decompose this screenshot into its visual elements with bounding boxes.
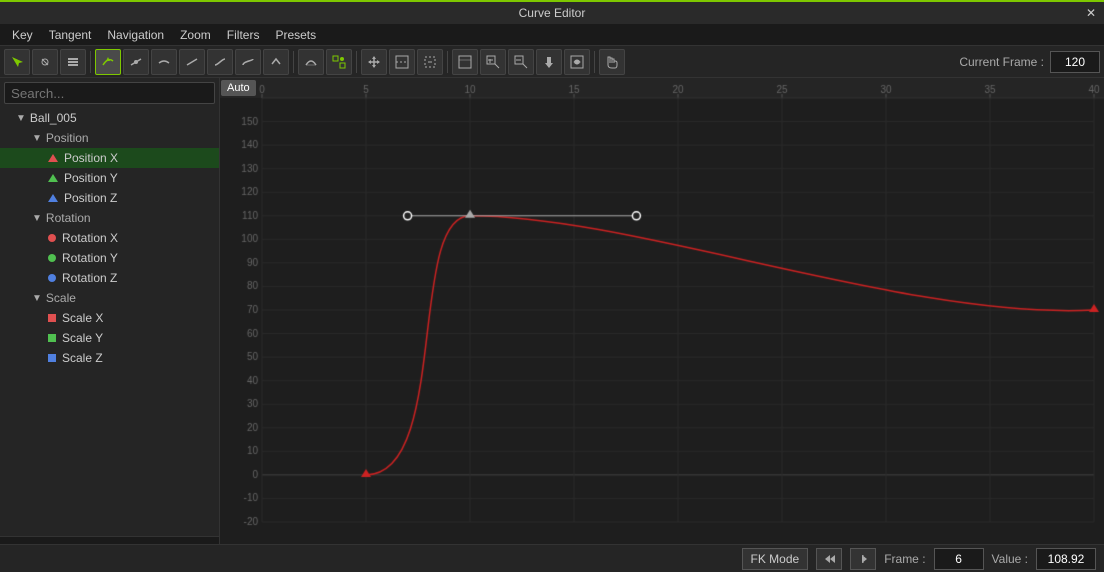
rotation-y-label: Rotation Y xyxy=(62,251,118,265)
tool-zoom-out[interactable] xyxy=(508,49,534,75)
status-bar: FK Mode Frame : Value : xyxy=(0,544,1104,572)
rotation-z-label: Rotation Z xyxy=(62,271,117,285)
rotation-x-dot xyxy=(48,234,56,242)
scale-z-label: Scale Z xyxy=(62,351,103,365)
expand-arrow: ▼ xyxy=(16,113,26,124)
rotation-z-dot xyxy=(48,274,56,282)
position-label: Position xyxy=(46,131,89,145)
tree-item-position-y[interactable]: Position Y xyxy=(0,168,219,188)
rotation-x-label: Rotation X xyxy=(62,231,118,245)
current-frame-label: Current Frame : xyxy=(959,55,1044,69)
frame-input[interactable] xyxy=(934,548,984,570)
tree-item-position-z[interactable]: Position Z xyxy=(0,188,219,208)
rotation-y-dot xyxy=(48,254,56,262)
tool-select[interactable] xyxy=(4,49,30,75)
scale-label: Scale xyxy=(46,291,76,305)
tool-auto-tangent[interactable]: Auto xyxy=(95,49,121,75)
separator-1 xyxy=(90,51,91,73)
tool-zoom-in[interactable] xyxy=(480,49,506,75)
tree-item-position-x[interactable]: Position X xyxy=(0,148,219,168)
position-x-label: Position X xyxy=(64,151,118,165)
tool-curve-8[interactable] xyxy=(298,49,324,75)
tool-layers[interactable] xyxy=(60,49,86,75)
scale-x-sq xyxy=(48,314,56,322)
current-frame-input[interactable] xyxy=(1050,51,1100,73)
separator-5 xyxy=(594,51,595,73)
title-bar: Curve Editor ✕ xyxy=(0,0,1104,24)
sidebar: ▼ Ball_005 ▼ Position Position X Positio… xyxy=(0,78,220,544)
menu-navigation[interactable]: Navigation xyxy=(99,26,172,44)
tool-pan[interactable] xyxy=(536,49,562,75)
value-label: Value : xyxy=(992,552,1028,566)
menu-presets[interactable]: Presets xyxy=(267,26,324,44)
tree-root[interactable]: ▼ Ball_005 xyxy=(0,108,219,128)
close-button[interactable]: ✕ xyxy=(1086,6,1096,20)
sidebar-scrollbar[interactable] xyxy=(0,536,219,544)
tree-group-scale[interactable]: ▼ Scale xyxy=(0,288,219,308)
menu-filters[interactable]: Filters xyxy=(219,26,268,44)
separator-2 xyxy=(293,51,294,73)
curve-canvas[interactable] xyxy=(220,78,1104,532)
tool-move[interactable] xyxy=(361,49,387,75)
position-z-label: Position Z xyxy=(64,191,117,205)
curve-editor-area xyxy=(220,78,1104,544)
root-label: Ball_005 xyxy=(30,111,77,125)
separator-3 xyxy=(356,51,357,73)
tree-group-position[interactable]: ▼ Position xyxy=(0,128,219,148)
position-y-icon xyxy=(48,174,58,182)
menu-key[interactable]: Key xyxy=(4,26,41,44)
tool-hand[interactable] xyxy=(599,49,625,75)
value-input[interactable] xyxy=(1036,548,1096,570)
menu-zoom[interactable]: Zoom xyxy=(172,26,219,44)
tool-frame-all[interactable] xyxy=(389,49,415,75)
rotation-label: Rotation xyxy=(46,211,91,225)
tree-item-rotation-x[interactable]: Rotation X xyxy=(0,228,219,248)
app-title: Curve Editor xyxy=(519,6,586,20)
tool-view[interactable] xyxy=(564,49,590,75)
tool-nodes[interactable] xyxy=(32,49,58,75)
frame-back-icon[interactable] xyxy=(816,548,842,570)
position-x-icon xyxy=(48,154,58,162)
scale-y-label: Scale Y xyxy=(62,331,103,345)
fk-mode-button[interactable]: FK Mode xyxy=(742,548,809,570)
tree: ▼ Ball_005 ▼ Position Position X Positio… xyxy=(0,108,219,536)
frame-label: Frame : xyxy=(884,552,925,566)
tool-zoom-fit[interactable] xyxy=(452,49,478,75)
main-content: ▼ Ball_005 ▼ Position Position X Positio… xyxy=(0,78,1104,544)
tree-item-rotation-y[interactable]: Rotation Y xyxy=(0,248,219,268)
menu-bar: Key Tangent Navigation Zoom Filters Pres… xyxy=(0,24,1104,46)
tree-item-rotation-z[interactable]: Rotation Z xyxy=(0,268,219,288)
scale-arrow: ▼ xyxy=(32,293,42,304)
scale-z-sq xyxy=(48,354,56,362)
tree-item-scale-x[interactable]: Scale X xyxy=(0,308,219,328)
tool-tangent-4[interactable] xyxy=(179,49,205,75)
tree-item-scale-y[interactable]: Scale Y xyxy=(0,328,219,348)
separator-4 xyxy=(447,51,448,73)
tool-frame-sel[interactable] xyxy=(417,49,443,75)
tree-group-rotation[interactable]: ▼ Rotation xyxy=(0,208,219,228)
tool-tangent-5[interactable] xyxy=(207,49,233,75)
menu-tangent[interactable]: Tangent xyxy=(41,26,100,44)
rotation-arrow: ▼ xyxy=(32,213,42,224)
position-arrow: ▼ xyxy=(32,133,42,144)
tool-tangent-3[interactable] xyxy=(151,49,177,75)
position-y-label: Position Y xyxy=(64,171,118,185)
scale-x-label: Scale X xyxy=(62,311,103,325)
tool-tangent-7[interactable] xyxy=(263,49,289,75)
tool-snap[interactable] xyxy=(326,49,352,75)
scale-y-sq xyxy=(48,334,56,342)
tool-tangent-6[interactable] xyxy=(235,49,261,75)
tool-tangent-2[interactable] xyxy=(123,49,149,75)
frame-fwd-icon[interactable] xyxy=(850,548,876,570)
search-input[interactable] xyxy=(4,82,215,104)
tree-item-scale-z[interactable]: Scale Z xyxy=(0,348,219,368)
position-z-icon xyxy=(48,194,58,202)
toolbar: Auto xyxy=(0,46,1104,78)
